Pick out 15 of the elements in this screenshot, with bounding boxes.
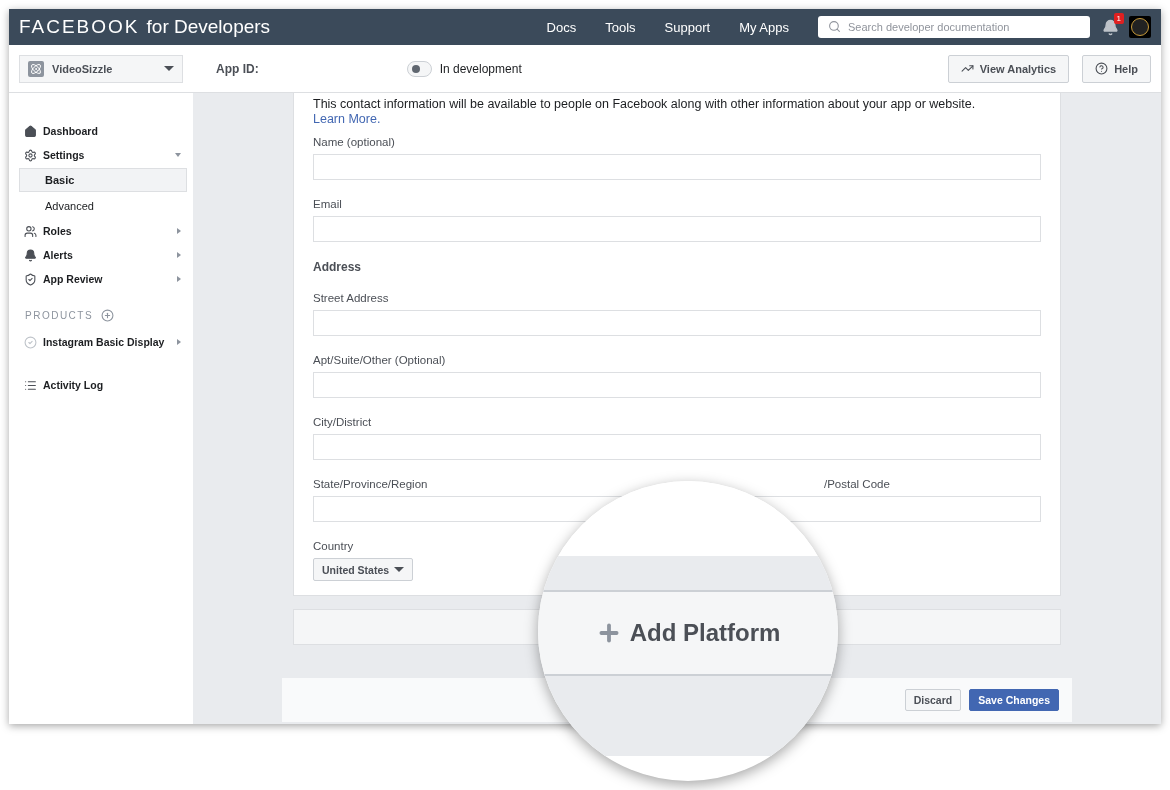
field-label: Country (313, 540, 355, 552)
field-label: Apt/Suite/Other (Optional) (313, 354, 447, 366)
section-heading: PRODUCTS (25, 310, 94, 321)
toggle-label: In development (439, 61, 522, 76)
section-heading: Address (313, 260, 363, 274)
field-label: Name (optional) (313, 136, 396, 148)
app-id-label: App ID: (216, 61, 259, 76)
intro-text: This contact information will be available to people on Facebook along with other information about your app or website. Learn More. (313, 97, 977, 127)
field-label: State/Province/Region (313, 478, 429, 490)
field-label: /Postal Code (823, 478, 891, 490)
notification-badge: 1 (1113, 12, 1124, 24)
field-label: City/District (313, 416, 373, 428)
field-label: Street Address (313, 292, 390, 304)
logo: FACEBOOK for Developers (19, 16, 271, 38)
field-label: Email (313, 198, 343, 210)
